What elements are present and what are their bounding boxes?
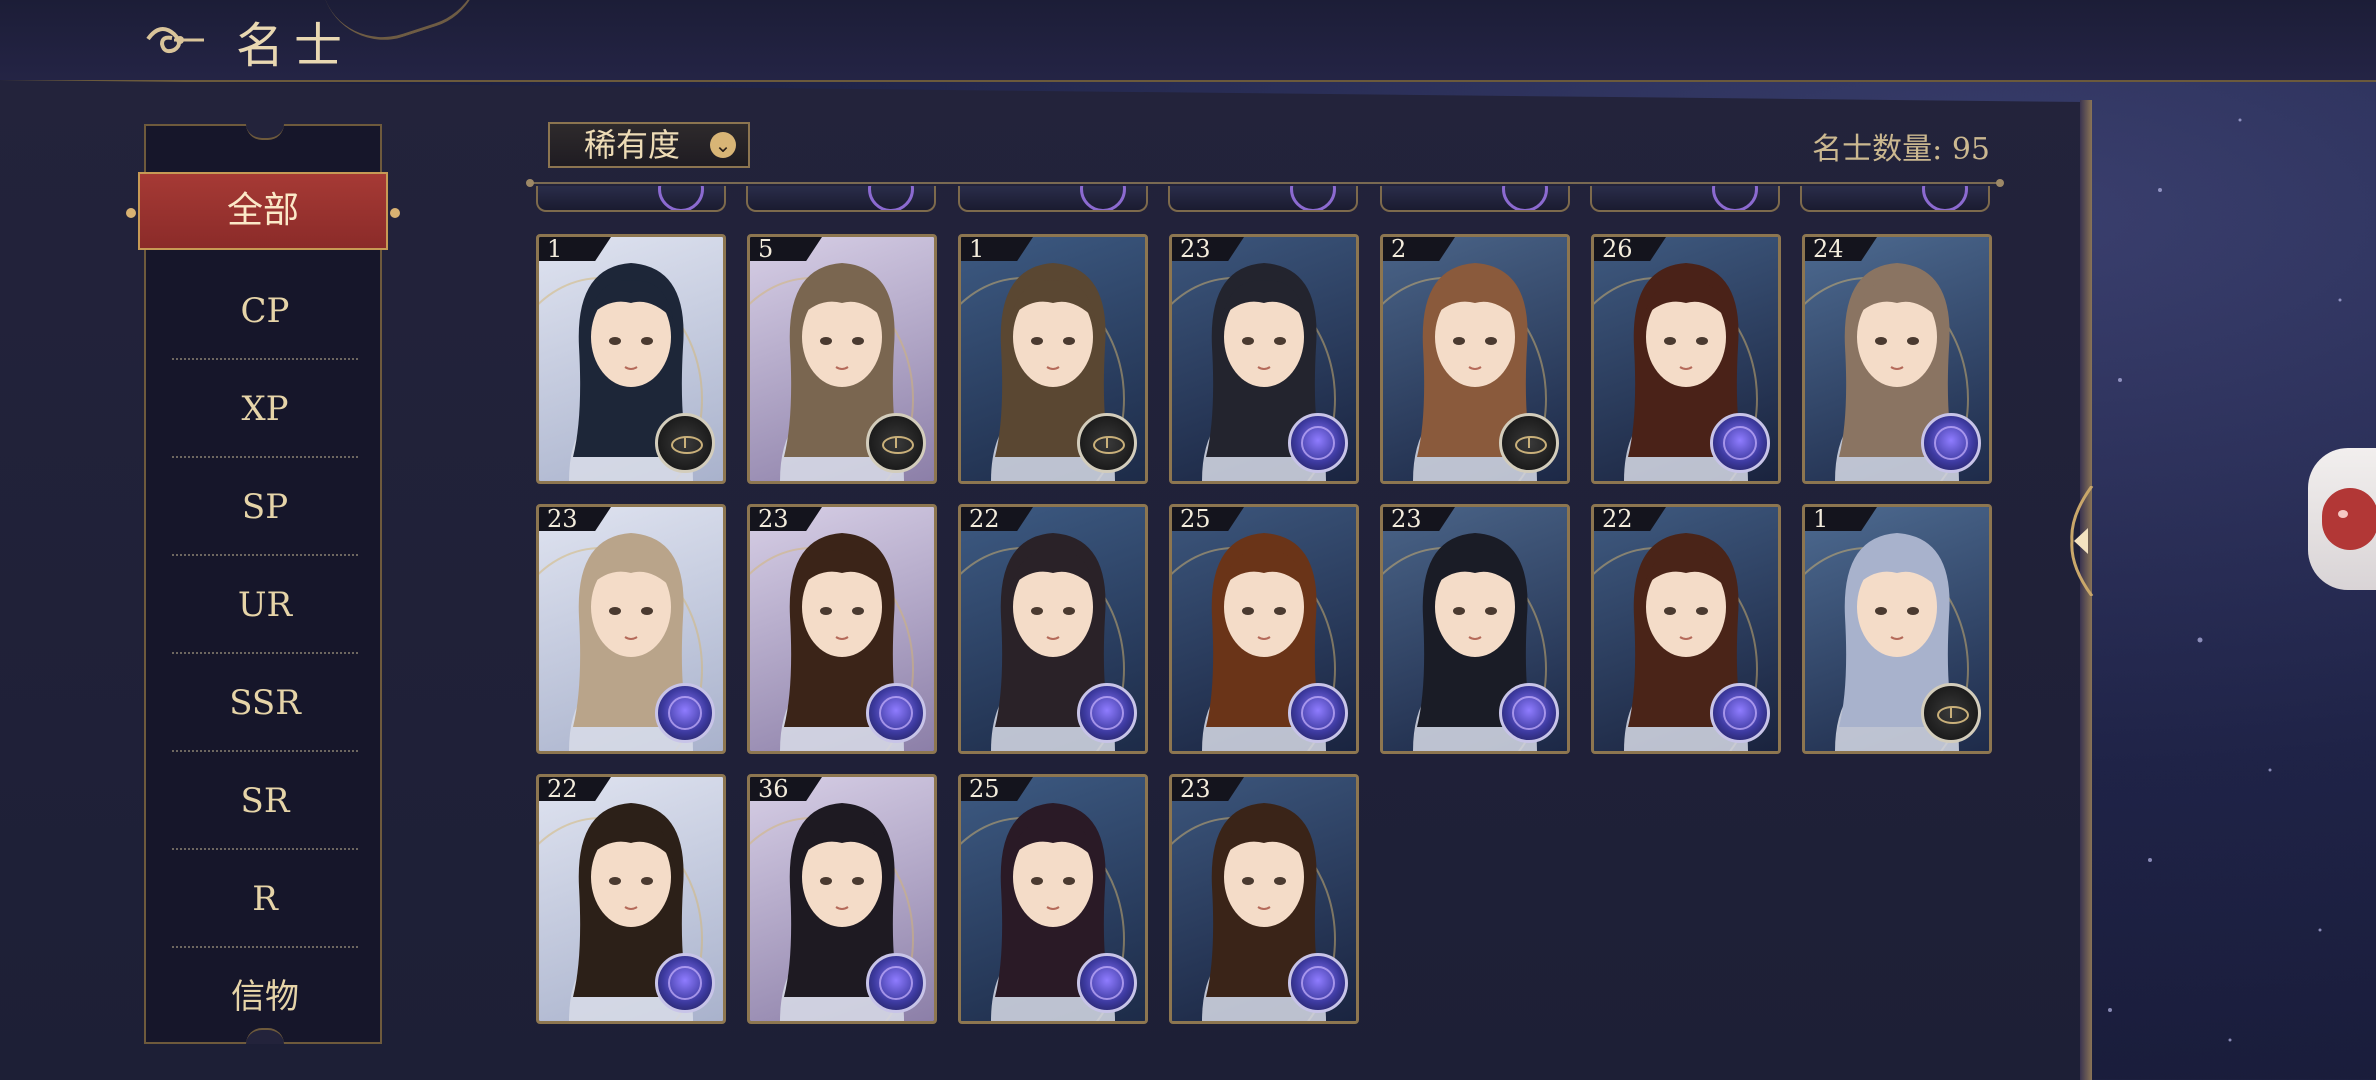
character-card[interactable]: 1 [1802,504,1992,754]
sidebar-item-xp[interactable]: XP [172,360,358,458]
orb-icon [655,953,715,1013]
orb-icon [866,683,926,743]
compass-icon [655,413,715,473]
compass-icon [1921,683,1981,743]
chat-bubble-icon [2322,488,2376,550]
sidebar-item-token[interactable]: 信物 [172,948,358,1046]
compass-icon [866,413,926,473]
character-count: 名士数量: 95 [1812,132,1990,167]
partial-card[interactable] [536,186,726,212]
orb-icon [1288,413,1348,473]
character-card[interactable]: 26 [1591,234,1781,484]
character-card[interactable]: 22 [536,774,726,1024]
floating-chat-button[interactable] [2308,448,2376,590]
sidebar-item-r[interactable]: R [172,850,358,948]
orb-icon [1710,413,1770,473]
character-card[interactable]: 23 [1380,504,1570,754]
rarity-sidebar: CP XP SP UR SSR SR R 信物 [144,124,382,1044]
orb-icon [655,683,715,743]
character-card[interactable]: 1 [536,234,726,484]
rarity-filter-dropdown[interactable]: 稀有度 ⌄ [548,122,750,168]
partial-card[interactable] [746,186,936,212]
sidebar-item-cp[interactable]: CP [172,262,358,360]
orb-icon [1288,953,1348,1013]
orb-icon [1288,683,1348,743]
character-card[interactable]: 23 [536,504,726,754]
character-card[interactable]: 23 [1169,774,1359,1024]
partial-card[interactable] [1590,186,1780,212]
partial-card[interactable] [958,186,1148,212]
cloud-swirl-icon [146,27,204,54]
orb-icon [1921,413,1981,473]
header-divider [526,179,2004,187]
character-card[interactable]: 23 [747,504,937,754]
compass-icon [1499,413,1559,473]
top-bar: 名士 [0,0,2376,82]
partial-card[interactable] [1168,186,1358,212]
sidebar-item-sr[interactable]: SR [172,752,358,850]
orb-icon [1499,683,1559,743]
character-card[interactable]: 23 [1169,234,1359,484]
character-card[interactable]: 5 [747,234,937,484]
chevron-down-icon: ⌄ [710,132,736,158]
character-card[interactable]: 25 [1169,504,1359,754]
partial-card[interactable] [1380,186,1570,212]
sidebar-item-sp[interactable]: SP [172,458,358,556]
compass-icon [1077,413,1137,473]
filter-label: 稀有度 [584,126,681,164]
character-card[interactable]: 36 [747,774,937,1024]
decor-dot [390,208,400,218]
orb-icon [1077,683,1137,743]
character-card[interactable]: 22 [1591,504,1781,754]
sidebar-item-all[interactable]: 全部 [126,172,400,250]
character-card[interactable]: 25 [958,774,1148,1024]
orb-icon [866,953,926,1013]
character-card[interactable]: 22 [958,504,1148,754]
sidebar-notch-top [246,124,284,140]
arrow-left-icon[interactable] [2066,486,2096,596]
sidebar-item-ssr[interactable]: SSR [172,654,358,752]
orb-icon [1710,683,1770,743]
character-card[interactable]: 2 [1380,234,1570,484]
page-title: 名士 [236,18,353,74]
sidebar-item-ur[interactable]: UR [172,556,358,654]
character-card[interactable]: 1 [958,234,1148,484]
orb-icon [1077,953,1137,1013]
decor-dot [126,208,136,218]
sidebar-item-all-label: 全部 [226,190,299,231]
character-card[interactable]: 24 [1802,234,1992,484]
partial-card[interactable] [1800,186,1990,212]
